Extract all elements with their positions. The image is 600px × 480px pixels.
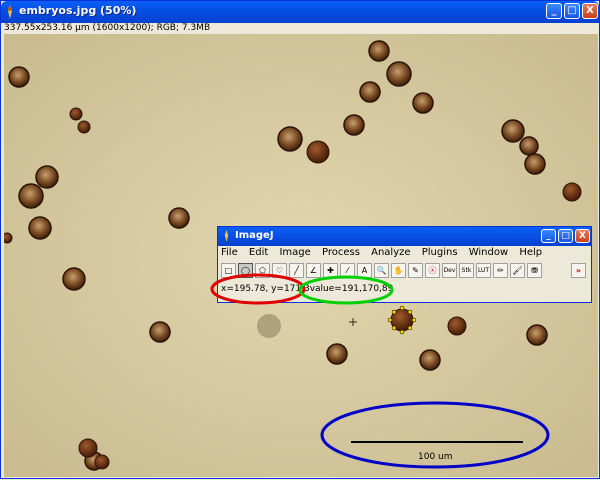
annotation-overlay (210, 273, 394, 305)
value-highlight (298, 275, 394, 305)
image-window: embryos.jpg (50%) _ □ X 337.55x253.16 µm… (0, 0, 600, 479)
coords-highlight (210, 273, 306, 305)
